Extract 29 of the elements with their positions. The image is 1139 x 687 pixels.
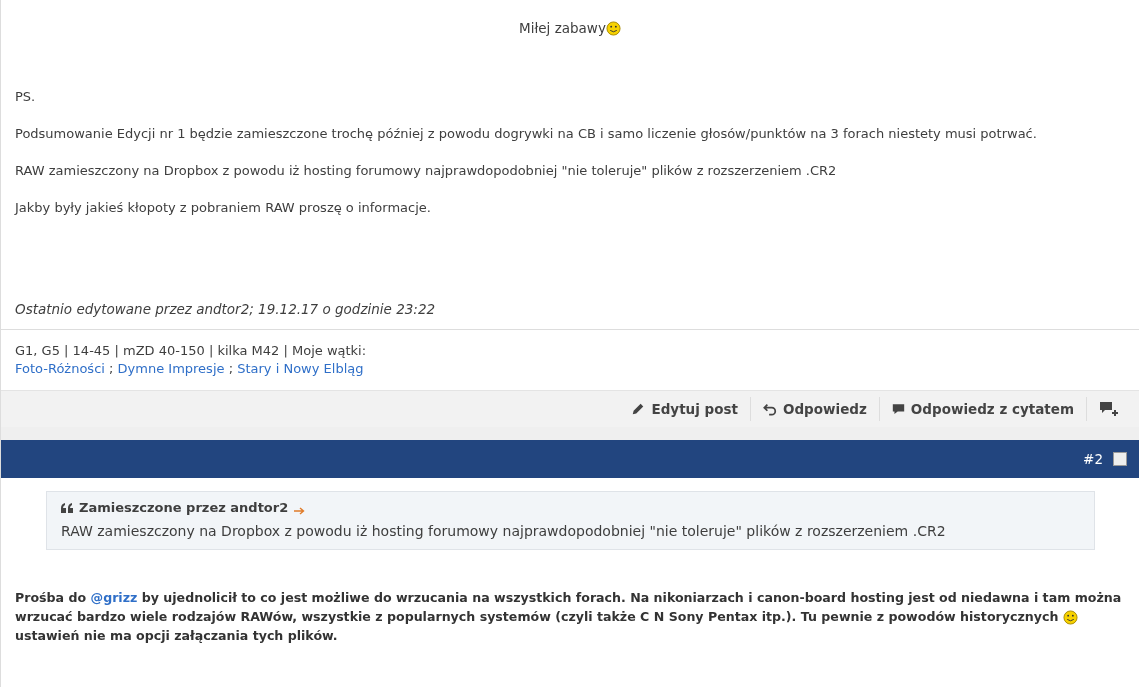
post-number: #2 [1083, 451, 1103, 467]
thread-link[interactable]: Dymne Impresje [117, 361, 225, 376]
action-button[interactable]: Odpowiedz z cytatem [878, 397, 1086, 421]
thread-link[interactable]: Stary i Nowy Elbląg [237, 361, 364, 376]
select-checkbox[interactable] [1113, 452, 1127, 466]
post-paragraph: Jakby były jakieś kłopoty z pobraniem RAW proszę o informacje. [15, 199, 432, 217]
post-paragraph: Podsumowanie Edycji nr 1 będzie zamieszczone trochę później z powodu dogrywki na CB i samo liczenie głosów/punktów na 3 forach niestety musi potrwać. [15, 125, 1038, 143]
undo-arrow-icon [763, 402, 777, 416]
ps-text: PS. [15, 88, 37, 106]
closing-text: Miłej zabawy [519, 20, 606, 36]
edited-note: Ostatnio edytowane przez andtor2; 19.12.17 o godzinie 23:22 [15, 301, 437, 317]
pencil-icon [631, 402, 646, 416]
action-button[interactable]: Edytuj post [619, 397, 750, 421]
action-button[interactable]: Odpowiedz [750, 397, 879, 421]
quote-text: RAW zamieszczony na Dropbox z powodu iż hosting forumowy najprawdopodobniej "nie toleruje" plików z rozszerzeniem .CR2 [61, 523, 947, 539]
separator-text: ; [227, 361, 235, 376]
quote-mark-icon [61, 502, 73, 513]
quote-author: Zamieszczone przez andtor2 [79, 500, 289, 515]
post-paragraph: RAW zamieszczony na Dropbox z powodu iż hosting forumowy najprawdopodobniej "nie toleruje" plików z rozszerzeniem .CR2 [15, 162, 838, 180]
speech-bubble-plus-icon [1099, 401, 1119, 417]
smiley-icon [1062, 610, 1078, 625]
speech-bubble-icon [891, 403, 905, 415]
thread-link[interactable]: Foto-Różności [15, 361, 105, 376]
arrow-right-icon[interactable] [294, 506, 306, 515]
mention-link[interactable]: @grizz [90, 590, 138, 605]
smiley-icon [605, 20, 621, 36]
separator-text: ; [108, 361, 115, 376]
signature-text: G1, G5 | 14-45 | mZD 40-150 | kilka M42 | Moje wątki: [15, 343, 367, 358]
reply-paragraph: Prośba do @grizz by ujednolicił to co jest możliwe do wrzucania na wszystkich forach. Na nikoniarzach i canon-board hosting jest od niedawna i tam można wrzucać bardzo wiele rodzajów RAWów, wszystkie z popularnych systemów (czyli także C N Sony Pentax itp.). Tu pewnie z powodów historycznych ustawień nie ma opcji załączania tych plików. [15, 589, 1123, 645]
